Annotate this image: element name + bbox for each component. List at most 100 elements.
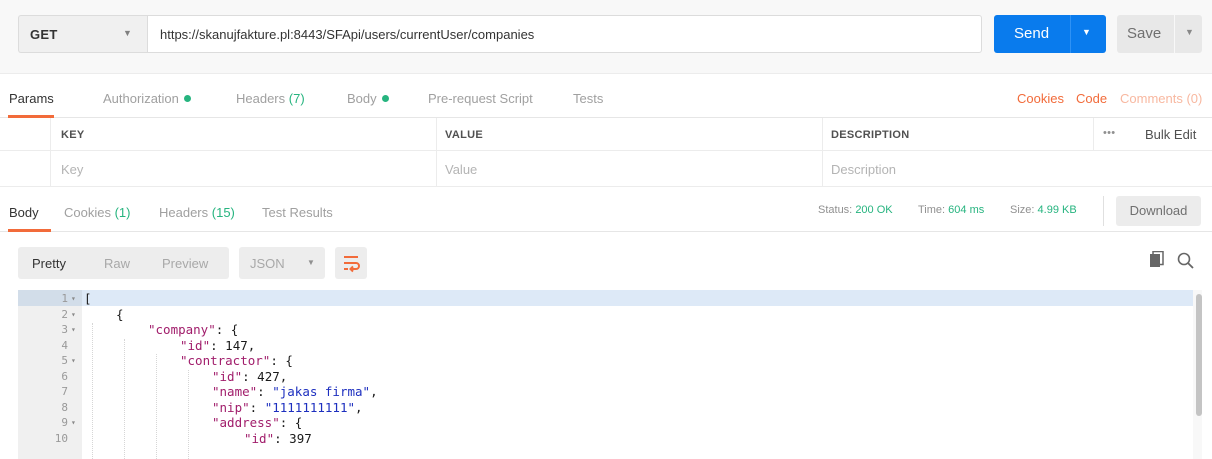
time-readout: Time: 604 ms (918, 204, 985, 216)
tab-tests[interactable]: Tests (573, 91, 603, 106)
response-tabs: Body Cookies (1) Headers (15) Test Resul… (0, 188, 1212, 232)
line-number: 3 ▾ (61, 323, 76, 336)
request-tabs: Params Authorization Headers (7) Body Pr… (0, 74, 1212, 118)
code-token: "id" (180, 337, 211, 353)
send-label: Send (1014, 25, 1050, 42)
raw-view-button[interactable]: Raw (104, 256, 130, 271)
wrap-lines-icon (344, 256, 360, 273)
tab-authorization[interactable]: Authorization (103, 91, 191, 106)
line-number: 10 (54, 431, 68, 445)
request-bar: GET ▼ https://skanujfakture.pl:8443/SFAp… (0, 0, 1212, 74)
indent-guide (124, 338, 125, 459)
code-token: 397 (289, 430, 312, 446)
description-input[interactable]: Description (831, 162, 896, 177)
line-number: 8 (61, 400, 68, 414)
fold-arrow-icon[interactable]: ▾ (71, 353, 76, 369)
response-body-editor[interactable]: 1 ▾ 2 ▾ 3 ▾ 4 5 ▾ 6 7 8 9 ▾ 10 [{"company": {"id": 147… (18, 290, 1202, 459)
tab-response-cookies[interactable]: Cookies (1) (64, 205, 130, 220)
line-number: 7 (61, 385, 68, 398)
line-number: 5 ▾ (61, 354, 76, 367)
code-token: { (116, 306, 124, 322)
size-readout: Size: 4.99 KB (1010, 204, 1077, 216)
tab-test-results[interactable]: Test Results (262, 205, 333, 220)
wrap-lines-button[interactable] (335, 247, 367, 279)
send-button[interactable]: Send ▼ (994, 15, 1106, 53)
code-token: : (274, 430, 290, 446)
code-token: 147 (225, 337, 248, 353)
key-input[interactable]: Key (61, 162, 83, 177)
code-token: "name" (212, 384, 258, 399)
cookies-link[interactable]: Cookies (1017, 91, 1064, 106)
code-token: "contractor" (180, 353, 271, 368)
code-token: , (355, 399, 363, 415)
save-button[interactable]: Save ▼ (1117, 15, 1202, 53)
code-token: 427 (257, 368, 280, 384)
tab-response-headers[interactable]: Headers (15) (159, 205, 235, 220)
tab-body[interactable]: Body (347, 91, 389, 106)
code-token: "id" (244, 430, 275, 446)
code-line: { (116, 307, 124, 323)
fold-arrow-icon[interactable]: ▾ (71, 307, 76, 323)
params-header-row: KEY VALUE DESCRIPTION ••• Bulk Edit (0, 118, 1212, 151)
status-dot-icon (381, 95, 389, 102)
value-column-header: VALUE (445, 129, 483, 141)
code-token: "address" (212, 415, 280, 430)
code-line: "company": { (148, 322, 238, 338)
tab-headers[interactable]: Headers (7) (236, 91, 305, 106)
chevron-down-icon: ▼ (307, 258, 315, 267)
more-options-icon[interactable]: ••• (1103, 127, 1115, 139)
code-line: "contractor": { (180, 353, 293, 369)
vertical-scrollbar[interactable] (1196, 294, 1202, 416)
tab-prerequest-script[interactable]: Pre-request Script (428, 91, 533, 106)
code-link[interactable]: Code (1076, 91, 1107, 106)
line-number: 1 ▾ (61, 292, 76, 305)
params-input-row: Key Value Description (0, 151, 1212, 187)
fold-arrow-icon[interactable]: ▾ (71, 415, 76, 431)
comments-link[interactable]: Comments (0) (1120, 91, 1202, 106)
value-input[interactable]: Value (445, 162, 477, 177)
code-line: [ (84, 291, 92, 307)
method-label: GET (30, 27, 58, 42)
active-line-highlight (18, 290, 1193, 306)
indent-guide (156, 354, 157, 459)
code-token: : (257, 384, 273, 399)
chevron-down-icon: ▼ (123, 28, 132, 38)
code-line: "id": 397 (244, 431, 312, 447)
code-token: : { (270, 353, 293, 368)
copy-icon[interactable] (1149, 251, 1167, 271)
line-number: 4 (61, 338, 68, 352)
search-icon[interactable] (1176, 251, 1196, 271)
tab-response-body[interactable]: Body (9, 205, 39, 220)
code-line: "address": { (212, 415, 302, 431)
save-label: Save (1127, 25, 1162, 42)
chevron-down-icon[interactable]: ▼ (1082, 27, 1091, 37)
preview-view-button[interactable]: Preview (162, 256, 208, 271)
indent-guide (188, 369, 189, 459)
line-number: 6 (61, 369, 68, 383)
code-token: "id" (212, 368, 243, 384)
method-select[interactable]: GET ▼ (18, 15, 148, 53)
code-token: "1111111111" (264, 399, 356, 415)
bulk-edit-link[interactable]: Bulk Edit (1145, 127, 1196, 142)
download-button[interactable]: Download (1116, 196, 1201, 226)
status-dot-icon (183, 95, 191, 102)
key-column-header: KEY (61, 129, 85, 141)
code-token: [ (84, 291, 92, 306)
code-token: : { (279, 415, 303, 430)
code-token: , (247, 337, 256, 353)
code-token: , (370, 384, 378, 399)
line-number-gutter: 1 ▾ 2 ▾ 3 ▾ 4 5 ▾ 6 7 8 9 ▾ 10 (18, 290, 82, 459)
fold-arrow-icon[interactable]: ▾ (71, 291, 76, 307)
code-token: "jakas firma" (272, 384, 371, 399)
url-input[interactable]: https://skanujfakture.pl:8443/SFApi/user… (147, 15, 982, 53)
format-select[interactable]: JSON ▼ (239, 247, 325, 279)
pretty-view-button[interactable]: Pretty (32, 256, 66, 271)
tab-params[interactable]: Params (9, 91, 54, 106)
fold-arrow-icon[interactable]: ▾ (71, 322, 76, 338)
code-line: "id": 147, (180, 338, 255, 354)
code-token: : (242, 368, 258, 384)
chevron-down-icon[interactable]: ▼ (1185, 27, 1194, 37)
code-token: "company" (148, 322, 216, 337)
code-token: , (279, 368, 288, 384)
status-readout: Status: 200 OK (818, 204, 893, 216)
